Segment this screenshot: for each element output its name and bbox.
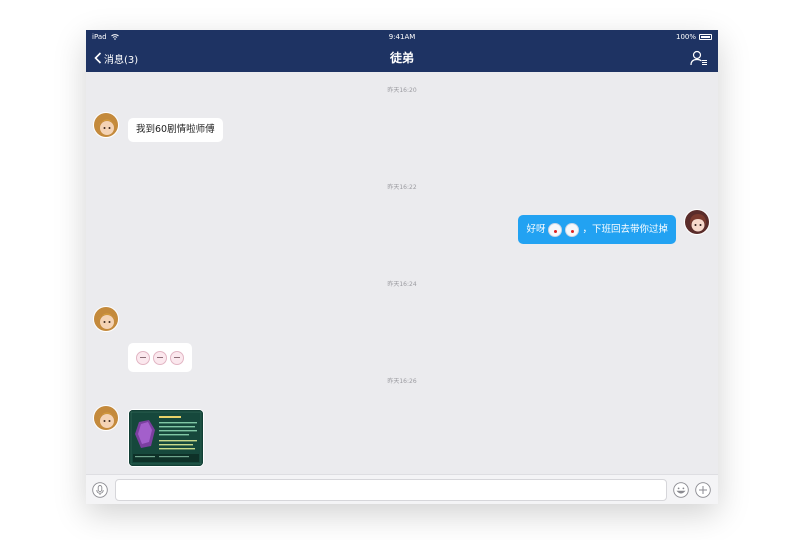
battery-icon [699,34,712,40]
battery-percent: 100% [675,33,696,41]
avatar-incoming[interactable] [93,405,119,431]
chevron-left-icon [94,52,102,64]
sleepy-face-emoji-icon [136,350,150,365]
avatar-incoming[interactable] [93,112,119,138]
avatar-incoming[interactable] [93,306,119,332]
status-battery: 100% [676,30,712,44]
message-input[interactable] [115,479,667,501]
timestamp: 昨天16:22 [387,184,417,191]
status-bar: iPad 9:41AM 100% [86,30,718,44]
image-message[interactable] [128,409,204,467]
navigation-bar: 消息(3) 徒弟 [86,44,718,72]
avatar-self[interactable] [684,209,710,235]
sleepy-face-emoji-icon [153,350,167,365]
timestamp: 昨天16:24 [387,281,417,288]
plus-icon[interactable] [695,482,711,498]
timestamp: 昨天16:20 [387,87,417,94]
ghost-emoji-icon [565,222,580,237]
message-text: 好呀 [526,224,546,235]
microphone-icon[interactable] [92,482,108,498]
avatar-image [94,307,118,331]
ghost-emoji-icon [548,222,563,237]
avatar-image [94,113,118,137]
game-screenshot-thumbnail [129,410,203,466]
page-title: 徒弟 [389,51,414,65]
message-text: ，下班回去带你过掉 [582,224,668,235]
status-time: 9:41AM [388,33,416,41]
avatar-image [94,406,118,430]
message-bubble-outgoing[interactable]: 好呀 ，下班回去带你过掉 [518,215,676,244]
input-bar [86,474,718,504]
ipad-screen: iPad 9:41AM 100% 消息(3) 徒弟 昨天16:20 我到60剧情… [86,30,718,504]
smiley-icon[interactable] [673,482,689,498]
profile-list-icon[interactable] [690,50,708,66]
timestamp: 昨天16:26 [387,378,417,385]
sleepy-face-emoji-icon [170,350,184,365]
back-button[interactable]: 消息(3) [94,44,138,72]
back-label: 消息(3) [104,54,139,66]
avatar-image [685,210,709,234]
message-bubble-incoming[interactable]: 我到60剧情啦师傅 [128,118,223,142]
chat-area[interactable]: 昨天16:20 我到60剧情啦师傅 昨天16:22 好呀 ，下班回去带你过掉 昨… [86,72,718,474]
message-bubble-incoming[interactable] [128,343,192,372]
